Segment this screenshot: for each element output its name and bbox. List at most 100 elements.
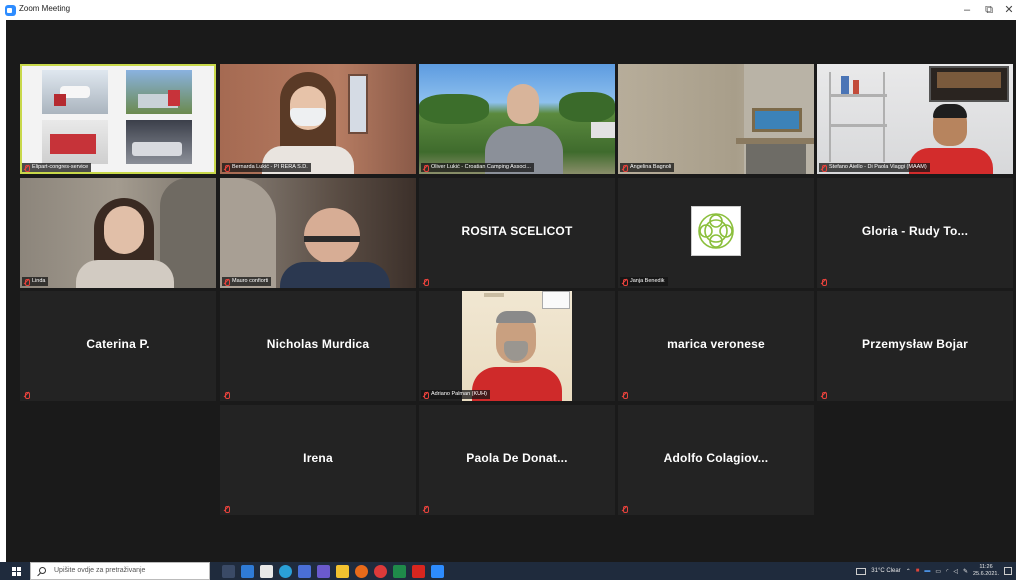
participant-tile[interactable]: marica veronese [618,291,814,401]
participant-video [419,291,615,401]
clock-date: 25.6.2021. [973,571,999,577]
network-icon[interactable]: ▬ [924,568,930,574]
participant-name: Gloria - Rudy To... [861,224,969,238]
taskbar-apps [222,565,444,578]
muted-mic-icon [423,391,429,399]
participant-name-label: Adriano Palman (KUH) [421,390,490,399]
outlook-icon[interactable] [298,565,311,578]
participant-name-label: Janja Benedik [620,277,668,286]
firefox-icon[interactable] [355,565,368,578]
muted-mic-icon [622,278,628,286]
participant-tile[interactable]: Adriano Palman (KUH) [419,291,615,401]
search-placeholder: Upišite ovdje za pretraživanje [54,567,146,574]
muted-mic-icon [821,279,827,286]
muted-mic-icon [224,164,230,172]
participant-video [419,64,615,174]
participant-video [817,64,1013,174]
participant-name-label: Angelina Bagnoli [620,163,675,172]
word-icon[interactable] [241,565,254,578]
windows-taskbar: Upišite ovdje za pretraživanje 31°C Clea… [0,562,1016,580]
clock-time: 11:26 [979,564,993,570]
participant-name: Paola De Donat... [466,451,568,465]
clock[interactable]: 11:26 25.6.2021. [973,564,999,578]
system-tray: 31°C Clear ⌃ ■ ▬ ▭ ◜ ◁ ✎ 11:26 25.6.2021… [856,562,1012,580]
participant-video [20,178,216,288]
task-view-icon[interactable] [222,565,235,578]
antivirus-icon[interactable]: ■ [916,568,920,574]
title-bar: Zoom Meeting – ⧉ ✕ [0,0,1016,20]
muted-mic-icon [821,392,827,399]
participant-tile[interactable]: Bernarda Lukić - PI RERA S.D. [220,64,416,174]
participant-tile[interactable]: Nicholas Murdica [220,291,416,401]
participant-tile[interactable]: ROSITA SCELICOT [419,178,615,288]
participant-tile[interactable]: Przemysław Bojar [817,291,1013,401]
notifications-icon[interactable] [1004,567,1012,575]
muted-mic-icon [423,506,429,513]
participant-tile[interactable]: Linda [20,178,216,288]
chevron-up-icon[interactable]: ⌃ [906,568,911,575]
participant-tile[interactable]: Paola De Donat... [419,405,615,515]
chrome-icon[interactable] [374,565,387,578]
participant-tile[interactable]: Caterina P. [20,291,216,401]
participant-name-label: Elipart-congres-service [22,163,92,172]
participant-name: Przemysław Bojar [862,337,968,351]
participant-tile[interactable]: Adolfo Colagiov... [618,405,814,515]
participant-name-label: Mauro confiorti [222,277,272,286]
participant-name-label: Linda [22,277,49,286]
minimize-button[interactable]: – [960,3,974,17]
muted-mic-icon [24,392,30,399]
participant-name: Caterina P. [86,337,150,351]
participant-name-label: Stefano Aiello - Di Paola Viaggi (MAAM) [819,163,930,172]
store-icon[interactable] [260,565,273,578]
muted-mic-icon [224,506,230,513]
participant-tile[interactable]: Stefano Aiello - Di Paola Viaggi (MAAM) [817,64,1013,174]
participant-name: ROSITA SCELICOT [461,224,573,238]
battery-icon[interactable]: ▭ [935,568,941,575]
profile-logo [691,206,741,256]
file-explorer-icon[interactable] [336,565,349,578]
acrobat-icon[interactable] [412,565,425,578]
muted-mic-icon [622,392,628,399]
taskbar-search-box[interactable]: Upišite ovdje za pretraživanje [30,562,210,580]
participant-name: marica veronese [667,337,765,351]
participant-name: Adolfo Colagiov... [663,451,769,465]
muted-mic-icon [224,278,230,286]
muted-mic-icon [423,279,429,286]
zoom-taskbar-icon[interactable] [431,565,444,578]
participant-tile[interactable]: Angelina Bagnoli [618,64,814,174]
muted-mic-icon [622,164,628,172]
participant-video [220,64,416,174]
participant-name-label: Oliver Lukić - Croatian Camping Associ..… [421,163,534,172]
close-button[interactable]: ✕ [1002,3,1016,17]
muted-mic-icon [622,506,628,513]
muted-mic-icon [24,278,30,286]
window-title: Zoom Meeting [19,4,71,13]
participant-tile[interactable]: Irena [220,405,416,515]
muted-mic-icon [224,392,230,399]
wifi-icon[interactable]: ◜ [946,568,948,575]
teams-icon[interactable] [317,565,330,578]
gallery-view: Elipart-congres-service Bernarda Lukić -… [6,20,1016,562]
participant-video [618,64,814,174]
zoom-logo-icon [5,5,16,16]
participant-name: Irena [303,451,333,465]
maximize-button[interactable]: ⧉ [982,3,996,17]
muted-mic-icon [24,164,30,172]
participant-tile[interactable]: Mauro confiorti [220,178,416,288]
muted-mic-icon [821,164,827,172]
participant-tile[interactable]: Gloria - Rudy To... [817,178,1013,288]
muted-mic-icon [423,164,429,172]
participant-tile[interactable]: Oliver Lukić - Croatian Camping Associ..… [419,64,615,174]
excel-icon[interactable] [393,565,406,578]
participant-tile[interactable]: Elipart-congres-service [20,64,216,174]
weather-text[interactable]: 31°C Clear [871,568,900,574]
participant-tile[interactable]: Janja Benedik [618,178,814,288]
windows-start-icon[interactable] [12,567,21,576]
participant-name: Nicholas Murdica [266,337,370,351]
search-icon [39,567,46,574]
edge-icon[interactable] [279,565,292,578]
volume-icon[interactable]: ◁ [953,568,958,575]
pen-icon[interactable]: ✎ [963,568,968,575]
participant-video [220,178,416,288]
participant-video [20,64,216,174]
